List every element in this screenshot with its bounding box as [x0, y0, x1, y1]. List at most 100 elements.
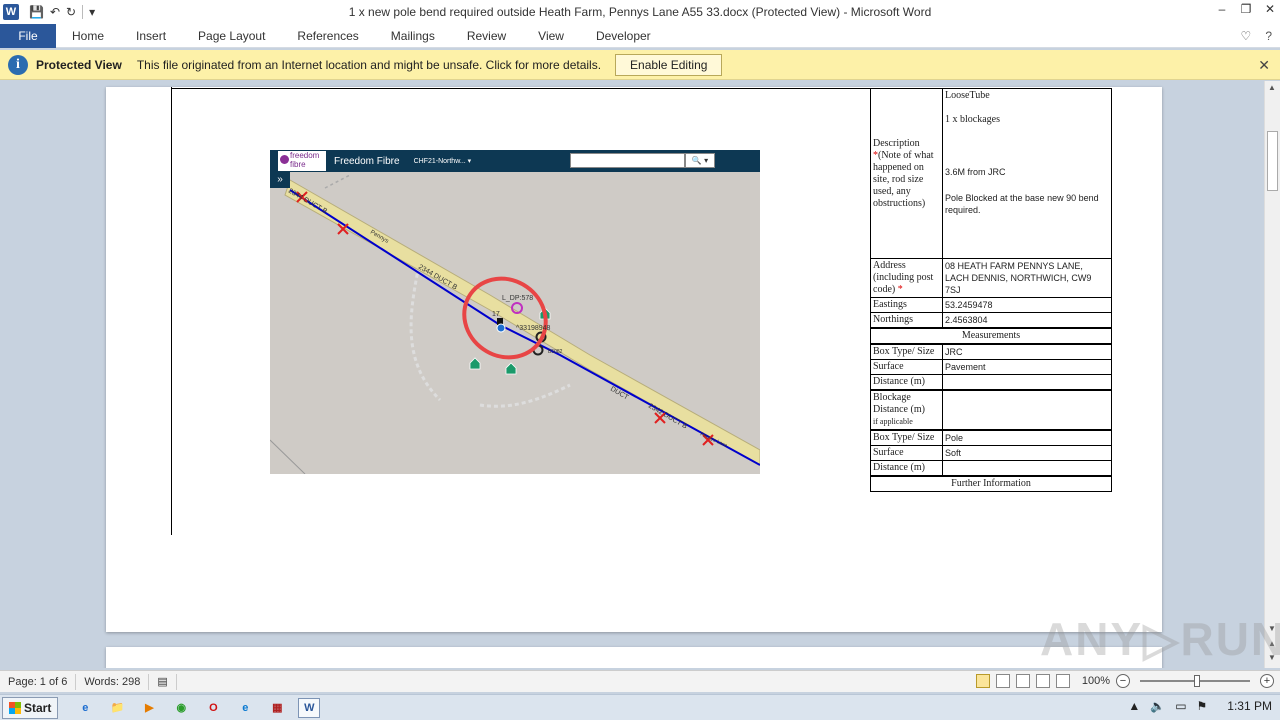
help-icon[interactable]: ?	[1265, 29, 1272, 43]
draft-view-button[interactable]	[1055, 674, 1070, 688]
media-player-icon[interactable]: ▶	[138, 698, 160, 718]
distance-value-2[interactable]	[942, 460, 1112, 477]
tab-developer[interactable]: Developer	[580, 24, 667, 48]
tab-file[interactable]: File	[0, 23, 56, 48]
description-label-cell: Description *(Note of what happened on s…	[870, 88, 943, 259]
word-taskbar-icon[interactable]: W	[298, 697, 321, 718]
further-information-heading: Further Information	[870, 475, 1112, 492]
winrar-icon[interactable]: ▦	[266, 698, 288, 718]
address-value[interactable]: 08 HEATH FARM PENNYS LANE, LACH DENNIS, …	[942, 258, 1112, 298]
table-row: Description *(Note of what happened on s…	[870, 88, 1112, 259]
tab-insert[interactable]: Insert	[120, 24, 182, 48]
eastings-value[interactable]: 53.2459478	[942, 297, 1112, 313]
table-row: Distance (m)	[870, 374, 1112, 391]
address-label-cell: Address (including post code) *	[870, 258, 943, 298]
tab-page-layout[interactable]: Page Layout	[182, 24, 281, 48]
surface-label-2: Surface	[870, 445, 943, 461]
status-bar: Page: 1 of 6 Words: 298 ▤ 100% − +	[0, 670, 1280, 692]
table-row: Address (including post code) * 08 HEATH…	[870, 258, 1112, 298]
box-type-value[interactable]: JRC	[942, 343, 1112, 360]
action-center-icon[interactable]: ⚑	[1197, 699, 1208, 713]
blockage-label-cell: Blockage Distance (m) if applicable	[870, 389, 943, 431]
map-brand: Freedom Fibre	[334, 155, 400, 167]
scrollbar-thumb[interactable]	[1267, 131, 1278, 191]
desc-line-4: Pole Blocked at the base new 90 bend req…	[945, 193, 1099, 215]
table-row: Surface Soft	[870, 445, 1112, 461]
close-message-bar-icon[interactable]: ✕	[1258, 57, 1270, 74]
table-row: Measurements	[870, 327, 1112, 345]
map-label-road-2: B5082	[548, 349, 563, 355]
document-page[interactable]: 2344 DUCT B 2344 DUCT B 2342 DUCT B DUCT…	[106, 87, 1162, 632]
map-project-select: CHF21-Northw... ▾	[413, 158, 472, 165]
full-screen-reading-view-button[interactable]	[995, 674, 1010, 688]
chrome-icon[interactable]: ◉	[170, 698, 192, 718]
word-app-icon[interactable]: W	[3, 4, 19, 20]
print-layout-view-button[interactable]	[975, 674, 990, 688]
tab-view[interactable]: View	[522, 24, 580, 48]
table-top-border	[171, 88, 871, 89]
start-button[interactable]: Start	[2, 696, 59, 719]
vertical-scrollbar[interactable]: ▲ ▼ ▲ ▼	[1264, 81, 1280, 668]
undo-icon[interactable]: ↶	[50, 4, 60, 20]
minimize-button[interactable]: –	[1216, 2, 1228, 16]
zoom-slider[interactable]	[1140, 675, 1250, 687]
redo-icon[interactable]: ↻	[66, 4, 76, 20]
customize-qat-icon[interactable]: ▾	[89, 4, 95, 20]
page-count[interactable]: Page: 1 of 6	[0, 673, 77, 690]
explorer-icon[interactable]: 📁	[106, 698, 128, 718]
tab-home[interactable]: Home	[56, 24, 120, 48]
close-button[interactable]: ✕	[1264, 2, 1276, 16]
view-controls: 100% − +	[975, 674, 1274, 688]
network-icon[interactable]: ▭	[1175, 699, 1186, 713]
tab-mailings[interactable]: Mailings	[375, 24, 451, 48]
ie-icon[interactable]: e	[74, 698, 96, 718]
zoom-slider-knob[interactable]	[1194, 675, 1200, 687]
northings-value[interactable]: 2.4563804	[942, 312, 1112, 329]
description-value-cell[interactable]: LooseTube 1 x blockages 3.6M from JRC Po…	[942, 88, 1112, 259]
details-table: Description * (Note of what happened on s…	[870, 88, 1112, 492]
volume-icon[interactable]: 🔈	[1150, 699, 1165, 713]
measurements-heading: Measurements	[870, 327, 1112, 345]
distance-value[interactable]	[942, 374, 1112, 391]
blockage-label: Blockage Distance (m)	[873, 392, 925, 415]
proofing-icon[interactable]: ▤	[149, 673, 177, 690]
description-note: (Note of what happened on site, rod size…	[873, 149, 934, 209]
scroll-up-icon[interactable]: ▲	[1268, 83, 1276, 92]
desc-line-1: LooseTube	[945, 90, 990, 101]
taskbar-apps: e 📁 ▶ ◉ O e ▦ W	[74, 697, 321, 718]
road-pennys-lane	[284, 179, 760, 466]
opera-icon[interactable]: O	[202, 698, 224, 718]
protected-view-message[interactable]: This file originated from an Internet lo…	[137, 58, 601, 72]
footpath	[409, 259, 442, 402]
zoom-out-button[interactable]: −	[1116, 674, 1130, 688]
table-row: Box Type/ Size Pole	[870, 429, 1112, 446]
web-layout-view-button[interactable]	[1015, 674, 1030, 688]
window-title: 1 x new pole bend required outside Heath…	[348, 5, 932, 19]
document-page-2[interactable]	[106, 647, 1162, 668]
table-left-border	[171, 87, 172, 535]
zoom-level[interactable]: 100%	[1082, 675, 1110, 687]
zoom-in-button[interactable]: +	[1260, 674, 1274, 688]
tray-expand-icon[interactable]: ▲	[1128, 699, 1140, 713]
tab-references[interactable]: References	[281, 24, 374, 48]
tab-review[interactable]: Review	[451, 24, 522, 48]
clock[interactable]: 1:31 PM	[1227, 699, 1272, 713]
box-type-label: Box Type/ Size	[870, 343, 943, 360]
collapse-ribbon-icon[interactable]: ♡	[1241, 29, 1252, 43]
save-icon[interactable]: 💾	[29, 4, 44, 20]
windows-flag-icon	[9, 701, 21, 714]
start-label: Start	[24, 700, 52, 715]
distance-label: Distance (m)	[870, 374, 943, 391]
box-type-value-2[interactable]: Pole	[942, 429, 1112, 446]
map-search-input	[570, 153, 685, 168]
word-count[interactable]: Words: 298	[76, 673, 150, 690]
document-area[interactable]: 2344 DUCT B 2344 DUCT B 2342 DUCT B DUCT…	[0, 81, 1264, 668]
restore-button[interactable]: ❐	[1240, 2, 1252, 16]
surface-value-2[interactable]: Soft	[942, 445, 1112, 461]
edge-icon[interactable]: e	[234, 698, 256, 718]
enable-editing-button[interactable]: Enable Editing	[615, 53, 723, 76]
outline-view-button[interactable]	[1035, 674, 1050, 688]
surface-value[interactable]: Pavement	[942, 359, 1112, 375]
blockage-value[interactable]	[942, 389, 1112, 431]
ribbon-tabs: File Home Insert Page Layout References …	[0, 23, 1280, 48]
